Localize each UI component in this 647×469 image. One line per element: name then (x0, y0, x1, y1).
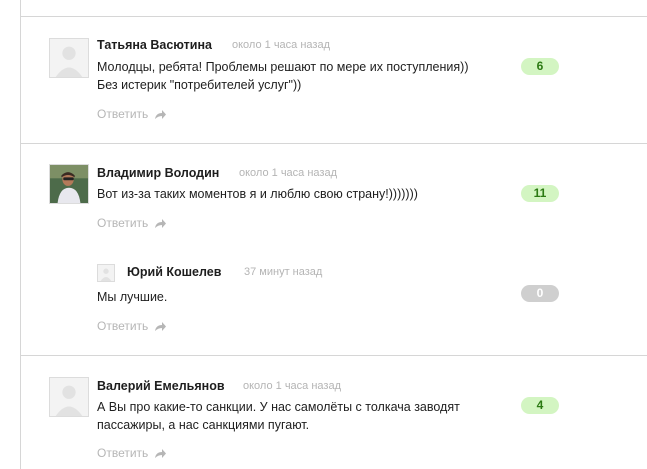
comment-time: около 1 часа назад (239, 167, 337, 179)
comment-text: Вот из-за таких моментов я и люблю свою … (97, 185, 418, 203)
comment-text-line: Мы лучшие. (97, 290, 168, 304)
default-avatar-icon[interactable] (49, 377, 89, 417)
comment-text-line: Вот из-за таких моментов я и люблю свою … (97, 187, 418, 201)
reply-arrow-icon (154, 321, 167, 332)
comment-time: около 1 часа назад (243, 380, 341, 392)
default-avatar-icon[interactable] (97, 264, 115, 282)
reply-label: Ответить (97, 107, 149, 121)
comment-text-line: Молодцы, ребята! Проблемы решают по мере… (97, 60, 469, 74)
user-photo-avatar[interactable] (49, 164, 89, 204)
divider (20, 16, 647, 17)
comment-author[interactable]: Валерий Емельянов (97, 379, 225, 393)
reply-arrow-icon (154, 448, 167, 459)
default-avatar-icon[interactable] (49, 38, 89, 78)
divider (20, 355, 647, 356)
reply-label: Ответить (97, 216, 149, 230)
comment-author[interactable]: Юрий Кошелев (127, 265, 221, 279)
reply-arrow-icon (154, 109, 167, 120)
comment-author[interactable]: Татьяна Васютина (97, 38, 212, 52)
reply-button[interactable]: Ответить (97, 216, 167, 230)
reply-button[interactable]: Ответить (97, 446, 167, 460)
comment-text-line: пассажиры, а нас санкциями пугают. (97, 418, 310, 432)
comment-text: Молодцы, ребята! Проблемы решают по мере… (97, 58, 469, 94)
reply-button[interactable]: Ответить (97, 107, 167, 121)
reply-label: Ответить (97, 446, 149, 460)
vote-counter[interactable]: 0 (521, 285, 559, 302)
reply-arrow-icon (154, 218, 167, 229)
comment-text: А Вы про какие-то санкции. У нас самолёт… (97, 398, 460, 434)
vote-counter[interactable]: 6 (521, 58, 559, 75)
vote-counter[interactable]: 4 (521, 397, 559, 414)
reply-label: Ответить (97, 319, 149, 333)
vote-counter[interactable]: 11 (521, 185, 559, 202)
reply-button[interactable]: Ответить (97, 319, 167, 333)
comment-text: Мы лучшие. (97, 288, 167, 306)
comment-time: 37 минут назад (244, 266, 323, 278)
comment-text-line: Без истерик "потребителей услуг")) (97, 78, 302, 92)
divider (20, 143, 647, 144)
frame-left-border (20, 0, 21, 469)
comment-author[interactable]: Владимир Володин (97, 166, 219, 180)
comment-time: около 1 часа назад (232, 39, 330, 51)
comment-text-line: А Вы про какие-то санкции. У нас самолёт… (97, 400, 460, 414)
